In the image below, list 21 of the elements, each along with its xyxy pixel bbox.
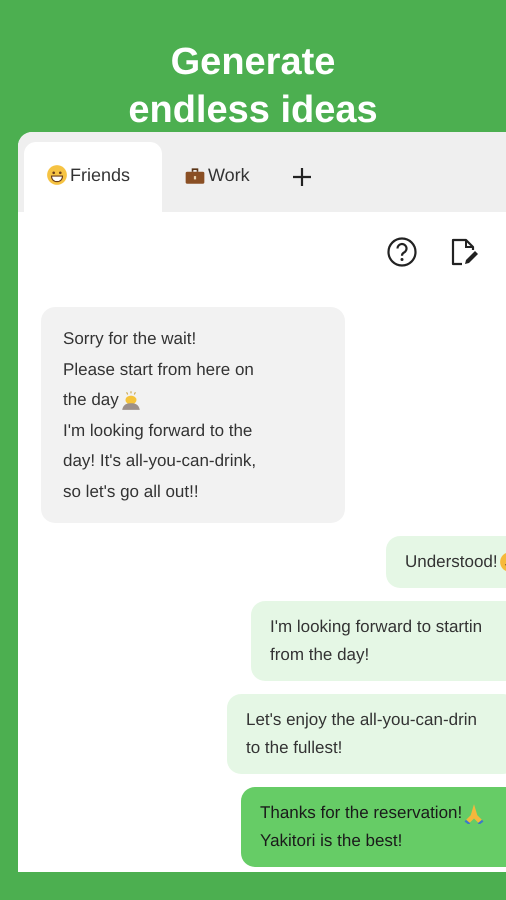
message-text: Thanks for the reservation!	[260, 802, 462, 824]
grinning-face-icon	[46, 164, 68, 186]
message-text: day! It's all-you-can-drink,	[63, 450, 256, 472]
bowing-person-icon	[120, 389, 142, 412]
message-text: I'm looking forward to the	[63, 420, 252, 442]
message-text: Understood!	[405, 551, 498, 573]
message-text: to the fullest!	[246, 737, 342, 759]
folded-hands-icon	[463, 802, 486, 824]
message-text: Yakitori is the best!	[260, 830, 402, 852]
tab[interactable]: Work	[162, 142, 272, 212]
message-text: Let's enjoy the all-you-can-drin	[246, 709, 477, 731]
message-text: the day	[63, 389, 119, 411]
headline: endless ideas	[127, 88, 379, 133]
message-text: Sorry for the wait!	[63, 328, 196, 350]
help-icon[interactable]	[386, 236, 418, 268]
tab[interactable]: Friends	[24, 142, 162, 212]
message-text: I'm looking forward to startin	[270, 616, 482, 638]
message-text: Please start from here on	[63, 358, 254, 380]
message-text: from the day!	[270, 644, 370, 666]
message-text: so let's go all out!!	[63, 480, 199, 502]
headline: Generate	[170, 40, 336, 85]
